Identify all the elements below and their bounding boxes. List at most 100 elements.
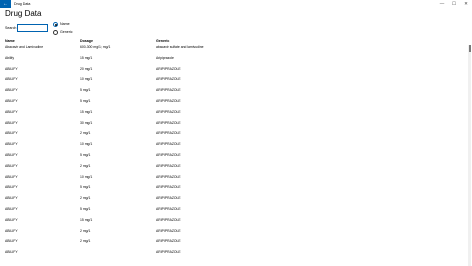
list-item[interactable]: ABILIFY 5 mg/1 ARIPIPRAZOLE (0, 207, 468, 218)
title-bar: ← Drug Data — ☐ ✕ (0, 0, 472, 8)
drug-name: ABILIFY (5, 66, 18, 71)
vertical-scrollbar[interactable] (468, 45, 471, 266)
list-item[interactable]: ABILIFY ARIPIPRAZOLE (0, 250, 468, 261)
app-title: Drug Data (14, 2, 31, 6)
drug-generic: ARIPIPRAZOLE (156, 185, 181, 190)
list-item[interactable]: ABILIFY 10 mg/1 ARIPIPRAZOLE (0, 142, 468, 153)
drug-dosage: 2 mg/1 (80, 228, 91, 233)
radio-generic-indicator[interactable] (53, 29, 58, 35)
drug-dosage: 15 mg/1 (80, 55, 93, 60)
drug-name: ABILIFY (5, 174, 18, 179)
radio-name-indicator[interactable] (53, 21, 58, 27)
drug-dosage: 15 mg/1 (80, 109, 93, 114)
drug-name: ABILIFY (5, 163, 18, 168)
list-item[interactable]: ABILIFY 20 mg/1 ARIPIPRAZOLE (0, 67, 468, 78)
close-button[interactable]: ✕ (460, 0, 472, 8)
drug-dosage: 2 mg/1 (80, 239, 91, 244)
drug-dosage: 2 mg/1 (80, 163, 91, 168)
drug-dosage: 30 mg/1 (80, 120, 93, 125)
search-label: Search (5, 26, 17, 30)
drug-name: ABILIFY (5, 239, 18, 244)
radio-generic-label: Generic (60, 30, 73, 34)
list-item[interactable]: ABILIFY 2 mg/1 ARIPIPRAZOLE (0, 196, 468, 207)
column-header-generic: Generic (156, 39, 170, 43)
drug-dosage: 600-300 mg/1; mg/1 (80, 45, 111, 49)
drug-generic: ARIPIPRAZOLE (156, 228, 181, 233)
list-item[interactable]: ABILIFY 2 mg/1 ARIPIPRAZOLE (0, 131, 468, 142)
drug-dosage: 5 mg/1 (80, 152, 91, 157)
drug-generic: ARIPIPRAZOLE (156, 120, 181, 125)
list-item[interactable]: ABILIFY 15 mg/1 ARIPIPRAZOLE (0, 218, 468, 229)
drug-dosage: 5 mg/1 (80, 88, 91, 93)
list-item[interactable]: ABILIFY 10 mg/1 ARIPIPRAZOLE (0, 77, 468, 88)
drug-generic: Aripiprazole (156, 55, 174, 60)
column-header-name: Name (5, 39, 15, 43)
drug-generic: ARIPIPRAZOLE (156, 239, 181, 244)
drug-dosage: 2 mg/1 (80, 131, 91, 136)
drug-name: ABILIFY (5, 185, 18, 190)
search-input[interactable] (17, 24, 48, 32)
drug-name: ABILIFY (5, 131, 18, 136)
maximize-button[interactable]: ☐ (448, 0, 460, 8)
list-item[interactable]: ABILIFY 5 mg/1 ARIPIPRAZOLE (0, 88, 468, 99)
radio-name-label: Name (60, 22, 70, 26)
drug-name: ABILIFY (5, 120, 18, 125)
drug-generic: ARIPIPRAZOLE (156, 131, 181, 136)
drug-name: ABILIFY (5, 206, 18, 211)
drug-generic: ARIPIPRAZOLE (156, 109, 181, 114)
drug-dosage: 10 mg/1 (80, 142, 93, 147)
column-header-dosage: Dosage (80, 39, 93, 43)
list-item[interactable]: ABILIFY 2 mg/1 ARIPIPRAZOLE (0, 164, 468, 175)
radio-name[interactable]: Name (53, 21, 70, 27)
drug-name: ABILIFY (5, 109, 18, 114)
drug-generic: ARIPIPRAZOLE (156, 66, 181, 71)
list-item[interactable]: ABILIFY 5 mg/1 ARIPIPRAZOLE (0, 185, 468, 196)
drug-generic: ARIPIPRAZOLE (156, 206, 181, 211)
drug-generic: ARIPIPRAZOLE (156, 98, 181, 103)
drug-name: ABILIFY (5, 196, 18, 201)
drug-name: ABILIFY (5, 250, 18, 255)
list-item[interactable]: ABILIFY 10 mg/1 ARIPIPRAZOLE (0, 175, 468, 186)
drug-generic: abacavir sulfate and lamivudine (156, 45, 204, 49)
drug-generic: ARIPIPRAZOLE (156, 196, 181, 201)
drug-dosage: 10 mg/1 (80, 77, 93, 82)
drug-dosage: 15 mg/1 (80, 217, 93, 222)
list-item[interactable]: ABILIFY 5 mg/1 ARIPIPRAZOLE (0, 153, 468, 164)
drug-generic: ARIPIPRAZOLE (156, 217, 181, 222)
list-item[interactable]: ABILIFY 2 mg/1 ARIPIPRAZOLE (0, 239, 468, 250)
drug-generic: ARIPIPRAZOLE (156, 77, 181, 82)
drug-name: ABILIFY (5, 228, 18, 233)
drug-generic: ARIPIPRAZOLE (156, 152, 181, 157)
drug-name: ABILIFY (5, 98, 18, 103)
drug-name: ABILIFY (5, 88, 18, 93)
drug-dosage: 10 mg/1 (80, 174, 93, 179)
list-item[interactable]: ABILIFY 15 mg/1 ARIPIPRAZOLE (0, 110, 468, 121)
drug-generic: ARIPIPRAZOLE (156, 174, 181, 179)
drug-generic: ARIPIPRAZOLE (156, 250, 181, 255)
drug-dosage: 20 mg/1 (80, 66, 93, 71)
drug-name: ABILIFY (5, 152, 18, 157)
drug-dosage: 5 mg/1 (80, 185, 91, 190)
drug-name: ABILIFY (5, 77, 18, 82)
drug-generic: ARIPIPRAZOLE (156, 142, 181, 147)
page-title: Drug Data (5, 9, 42, 18)
back-button[interactable]: ← (0, 0, 11, 8)
drug-name: ABILIFY (5, 142, 18, 147)
drug-dosage: 5 mg/1 (80, 206, 91, 211)
drug-name: ABILIFY (5, 217, 18, 222)
radio-generic[interactable]: Generic (53, 29, 73, 35)
drug-list[interactable]: Abacavir and Lamivudine 600-300 mg/1; mg/… (0, 45, 468, 266)
scrollbar-thumb[interactable] (468, 45, 471, 52)
drug-name: Abilify (5, 55, 15, 60)
list-item[interactable]: Abacavir and Lamivudine 600-300 mg/1; mg/… (0, 45, 468, 56)
list-item[interactable]: Abilify 15 mg/1 Aripiprazole (0, 56, 468, 67)
list-item[interactable]: ABILIFY 30 mg/1 ARIPIPRAZOLE (0, 121, 468, 132)
drug-generic: ARIPIPRAZOLE (156, 163, 181, 168)
minimize-button[interactable]: — (436, 0, 448, 8)
drug-dosage: 5 mg/1 (80, 98, 91, 103)
list-item[interactable]: ABILIFY 2 mg/1 ARIPIPRAZOLE (0, 229, 468, 240)
drug-dosage: 2 mg/1 (80, 196, 91, 201)
drug-generic: ARIPIPRAZOLE (156, 88, 181, 93)
list-item[interactable]: ABILIFY 5 mg/1 ARIPIPRAZOLE (0, 99, 468, 110)
drug-name: Abacavir and Lamivudine (5, 45, 44, 49)
